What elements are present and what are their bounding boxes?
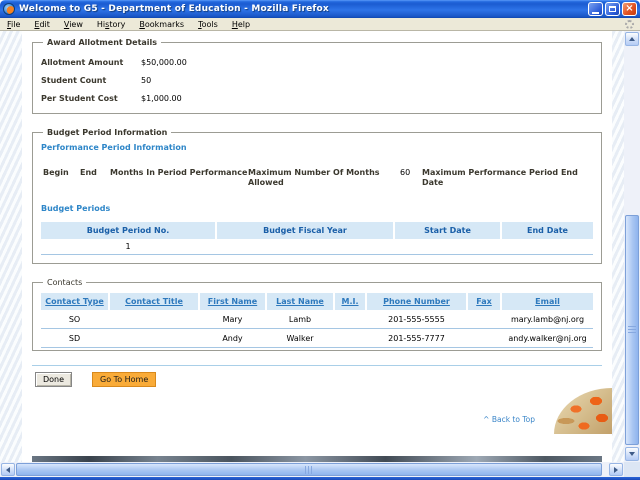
header-phone-number[interactable]: Phone Number — [367, 293, 466, 310]
phone-number-cell: 201-555-5555 — [367, 315, 466, 324]
thumb-grip — [305, 466, 314, 474]
budget-periods-heading: Budget Periods — [41, 204, 593, 213]
restore-button[interactable] — [605, 2, 620, 16]
begin-label: Begin — [43, 168, 80, 188]
contacts-header-row: Contact Type Contact Title First Name La… — [41, 293, 593, 310]
email-cell: andy.walker@nj.org — [502, 334, 593, 343]
performance-period-row: Begin End Months In Period Performance M… — [41, 168, 593, 188]
header-end-date: End Date — [502, 222, 593, 239]
menu-edit[interactable]: Edit — [27, 20, 57, 29]
menu-file[interactable]: File — [0, 20, 27, 29]
header-email[interactable]: Email — [502, 293, 593, 310]
contact-type-cell: SD — [41, 334, 108, 343]
scroll-right-button[interactable] — [609, 463, 623, 476]
contacts-legend: Contacts — [43, 278, 86, 287]
page-content: Award Allotment Details Allotment Amount… — [22, 31, 612, 462]
award-allotment-legend: Award Allotment Details — [43, 38, 161, 47]
title-bar: Welcome to G5 - Department of Education … — [0, 0, 640, 18]
arrow-up-icon — [629, 37, 635, 41]
phone-number-cell: 201-555-7777 — [367, 334, 466, 343]
header-contact-type[interactable]: Contact Type — [41, 293, 108, 310]
last-name-cell: Walker — [267, 334, 333, 343]
student-count-value: 50 — [141, 74, 151, 87]
action-buttons: Done Go To Home — [32, 372, 602, 387]
contacts-table: Contact Type Contact Title First Name La… — [41, 293, 593, 348]
contacts-section: Contacts Contact Type Contact Title Firs… — [32, 278, 602, 351]
vertical-scroll-thumb[interactable] — [625, 215, 639, 445]
header-budget-fiscal-year: Budget Fiscal Year — [217, 222, 393, 239]
contact-type-cell: SO — [41, 315, 108, 324]
first-name-cell: Mary — [200, 315, 265, 324]
award-allotment-section: Award Allotment Details Allotment Amount… — [32, 38, 602, 114]
header-start-date: Start Date — [395, 222, 500, 239]
menu-tools[interactable]: Tools — [191, 20, 225, 29]
table-row: SO Mary Lamb 201-555-5555 mary.lamb@nj.o… — [41, 310, 593, 329]
scroll-left-button[interactable] — [1, 463, 15, 476]
student-count-row: Student Count 50 — [41, 74, 593, 87]
table-row: SD Andy Walker 201-555-7777 andy.walker@… — [41, 329, 593, 348]
allotment-amount-value: $50,000.00 — [141, 56, 187, 69]
header-contact-title[interactable]: Contact Title — [110, 293, 198, 310]
per-student-cost-value: $1,000.00 — [141, 92, 182, 105]
footer-bar — [32, 456, 602, 462]
close-button[interactable]: × — [622, 2, 637, 16]
minimize-button[interactable] — [588, 2, 603, 16]
go-to-home-button[interactable]: Go To Home — [92, 372, 156, 387]
vertical-scrollbar[interactable] — [624, 31, 640, 462]
scroll-up-button[interactable] — [625, 32, 639, 46]
max-months-allowed-value: 60 — [400, 168, 418, 188]
menu-history[interactable]: History — [90, 20, 132, 29]
budget-period-section: Budget Period Information Performance Pe… — [32, 128, 602, 264]
allotment-amount-label: Allotment Amount — [41, 56, 141, 69]
header-first-name[interactable]: First Name — [200, 293, 265, 310]
allotment-amount-row: Allotment Amount $50,000.00 — [41, 56, 593, 69]
budget-periods-header-row: Budget Period No. Budget Fiscal Year Sta… — [41, 222, 593, 239]
table-row: 1 — [41, 239, 593, 255]
window-title: Welcome to G5 - Department of Education … — [19, 4, 586, 14]
classroom-chairs-image — [554, 388, 612, 434]
header-mi[interactable]: M.I. — [335, 293, 365, 310]
back-to-top-link[interactable]: ^ Back to Top — [32, 415, 602, 424]
firefox-icon — [3, 3, 15, 15]
budget-period-legend: Budget Period Information — [43, 128, 171, 137]
months-in-period-label: Months In Period Performance — [110, 168, 248, 188]
horizontal-scrollbar[interactable] — [0, 462, 624, 477]
menu-bar: File Edit View History Bookmarks Tools H… — [0, 18, 640, 31]
arrow-right-icon — [614, 467, 618, 473]
per-student-cost-label: Per Student Cost — [41, 92, 141, 105]
performance-period-heading: Performance Period Information — [41, 143, 593, 152]
browser-viewport: Award Allotment Details Allotment Amount… — [0, 31, 624, 462]
menu-bookmarks[interactable]: Bookmarks — [132, 20, 191, 29]
thumb-grip — [628, 326, 636, 335]
max-performance-end-date-label: Maximum Performance Period End Date — [418, 168, 593, 188]
per-student-cost-row: Per Student Cost $1,000.00 — [41, 92, 593, 105]
email-cell: mary.lamb@nj.org — [502, 315, 593, 324]
header-last-name[interactable]: Last Name — [267, 293, 333, 310]
horizontal-scroll-thumb[interactable] — [16, 463, 602, 476]
divider — [32, 365, 602, 366]
first-name-cell: Andy — [200, 334, 265, 343]
header-budget-period-no: Budget Period No. — [41, 222, 215, 239]
minimize-icon — [592, 12, 599, 14]
menu-view[interactable]: View — [57, 20, 90, 29]
restore-icon — [609, 6, 616, 12]
budget-period-no-cell: 1 — [41, 242, 215, 251]
last-name-cell: Lamb — [267, 315, 333, 324]
end-label: End — [80, 168, 110, 188]
arrow-down-icon — [629, 452, 635, 456]
throbber-icon — [625, 20, 634, 29]
scroll-down-button[interactable] — [625, 447, 639, 461]
budget-periods-table: Budget Period No. Budget Fiscal Year Sta… — [41, 222, 593, 255]
max-months-allowed-label: Maximum Number Of Months Allowed — [248, 168, 400, 188]
arrow-left-icon — [6, 467, 10, 473]
student-count-label: Student Count — [41, 74, 141, 87]
header-fax[interactable]: Fax — [468, 293, 500, 310]
browser-window: Welcome to G5 - Department of Education … — [0, 0, 640, 480]
close-icon: × — [625, 4, 633, 14]
done-button[interactable]: Done — [35, 372, 72, 387]
scrollbar-corner — [624, 462, 640, 477]
menu-help[interactable]: Help — [225, 20, 257, 29]
